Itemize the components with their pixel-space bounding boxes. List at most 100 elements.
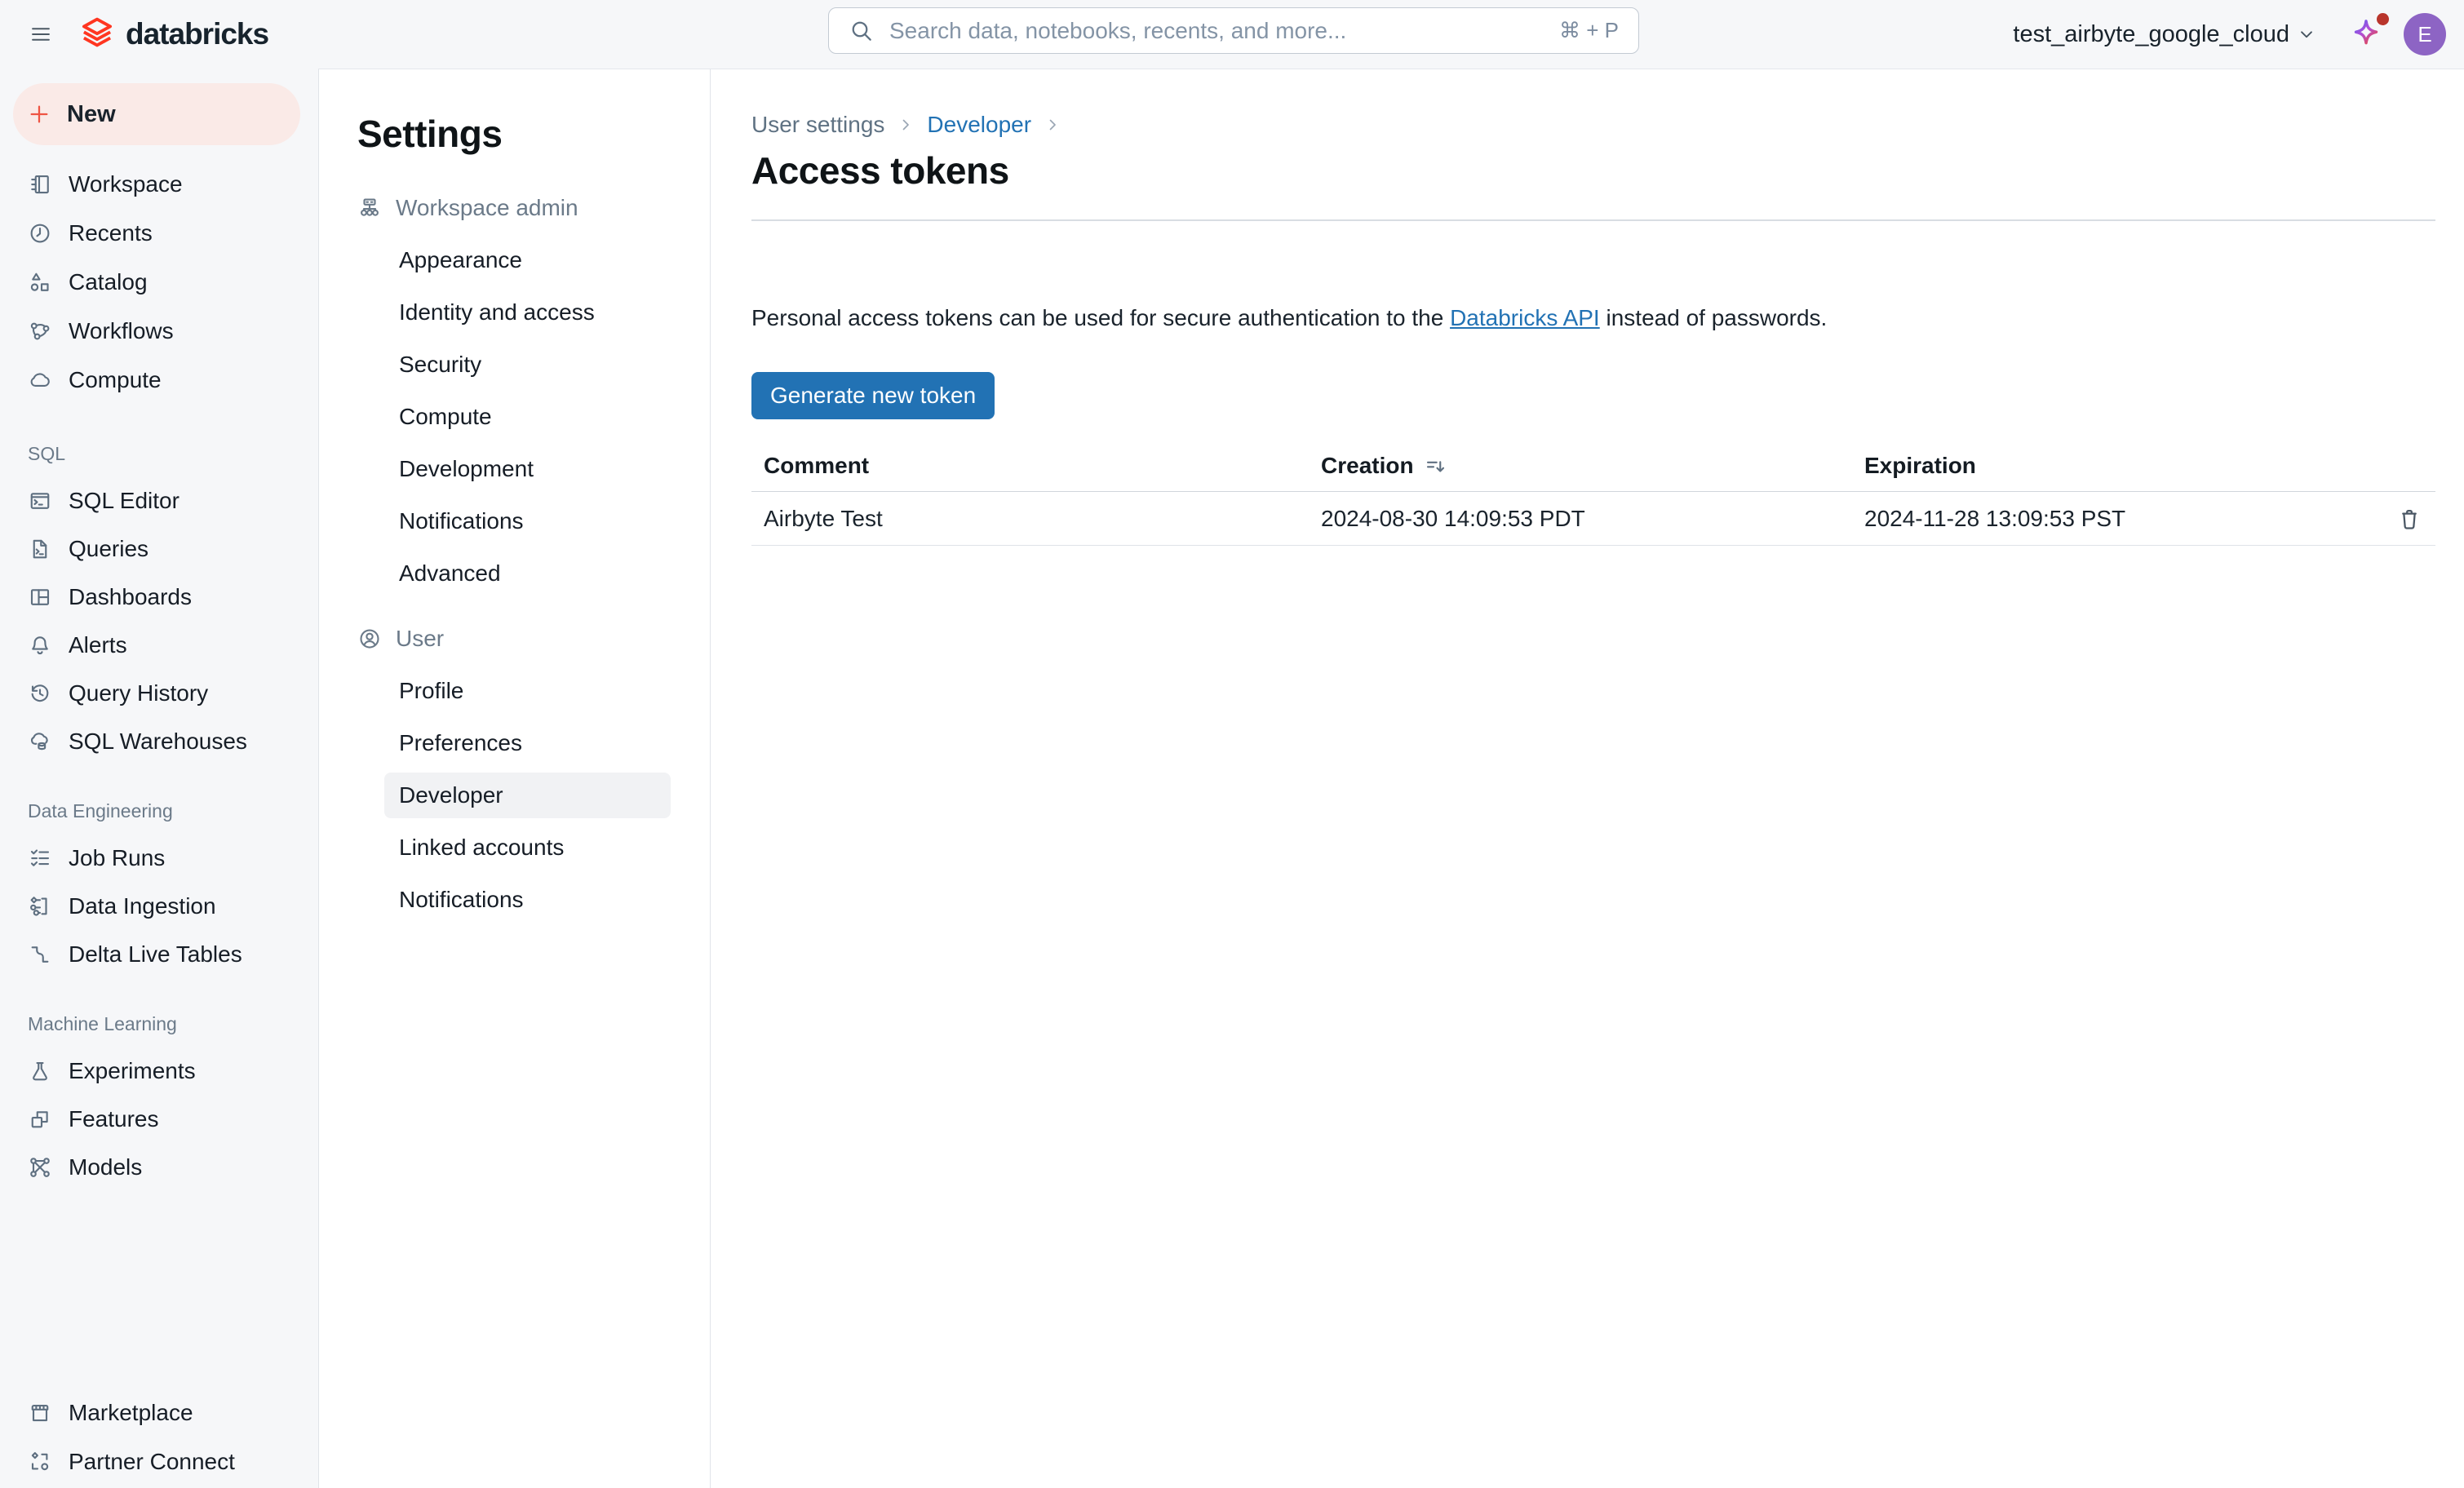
workspace-name: test_airbyte_google_cloud xyxy=(2013,21,2289,48)
workspace-icon xyxy=(28,172,52,197)
table-row: Airbyte Test 2024-08-30 14:09:53 PDT 202… xyxy=(751,492,2435,546)
chevron-down-icon xyxy=(2296,24,2317,45)
settings-item-notifications-admin[interactable]: Notifications xyxy=(319,495,710,547)
brand-wordmark: databricks xyxy=(126,17,268,51)
section-title-data-engineering: Data Engineering xyxy=(0,799,318,822)
settings-nav-panel: Settings Workspace admin Appearance Iden… xyxy=(318,69,711,1488)
alerts-bell-icon xyxy=(28,633,52,658)
page-title: Access tokens xyxy=(751,148,2435,193)
avatar[interactable]: E xyxy=(2404,13,2446,55)
job-runs-icon xyxy=(28,846,52,870)
user-icon xyxy=(357,627,382,651)
dashboards-icon xyxy=(28,585,52,609)
column-header-expiration: Expiration xyxy=(1852,453,2435,479)
partner-connect-icon xyxy=(28,1450,52,1474)
section-title-machine-learning: Machine Learning xyxy=(0,1012,318,1035)
settings-item-appearance[interactable]: Appearance xyxy=(319,234,710,286)
sidebar-item-workspace[interactable]: Workspace xyxy=(0,160,318,209)
global-search[interactable]: ⌘ + P xyxy=(828,7,1639,54)
sidebar-item-query-history[interactable]: Query History xyxy=(0,669,318,717)
sidebar-item-delta-live-tables[interactable]: Delta Live Tables xyxy=(0,930,318,978)
settings-group-user: User xyxy=(319,613,710,665)
sidebar-item-queries[interactable]: Queries xyxy=(0,525,318,573)
search-shortcut: ⌘ + P xyxy=(1559,18,1619,43)
settings-item-development[interactable]: Development xyxy=(319,443,710,495)
settings-item-notifications-user[interactable]: Notifications xyxy=(319,874,710,926)
sidebar-item-partner-connect[interactable]: Partner Connect xyxy=(0,1437,318,1486)
sidebar-item-dashboards[interactable]: Dashboards xyxy=(0,573,318,621)
notification-dot xyxy=(2377,13,2389,25)
settings-item-compute[interactable]: Compute xyxy=(319,391,710,443)
sidebar-item-alerts[interactable]: Alerts xyxy=(0,621,318,669)
settings-title: Settings xyxy=(357,112,710,156)
settings-item-developer[interactable]: Developer xyxy=(319,769,710,822)
top-bar: databricks ⌘ + P test_airbyte_google_clo… xyxy=(0,0,2464,69)
settings-item-profile[interactable]: Profile xyxy=(319,665,710,717)
sidebar-item-data-ingestion[interactable]: Data Ingestion xyxy=(0,882,318,930)
sidebar-item-workflows[interactable]: Workflows xyxy=(0,307,318,356)
column-header-creation[interactable]: Creation xyxy=(1309,453,1852,479)
main-content: User settings Developer Access tokens Pe… xyxy=(711,69,2464,1488)
settings-item-security[interactable]: Security xyxy=(319,339,710,391)
avatar-initial: E xyxy=(2417,22,2431,47)
search-input[interactable] xyxy=(888,17,1546,45)
sidebar-item-marketplace[interactable]: Marketplace xyxy=(0,1388,318,1437)
catalog-icon xyxy=(28,270,52,294)
new-button[interactable]: New xyxy=(13,83,300,145)
settings-item-advanced[interactable]: Advanced xyxy=(319,547,710,600)
sidebar-item-sql-editor[interactable]: SQL Editor xyxy=(0,476,318,525)
data-ingestion-icon xyxy=(28,894,52,919)
settings-item-linked-accounts[interactable]: Linked accounts xyxy=(319,822,710,874)
databricks-api-link[interactable]: Databricks API xyxy=(1450,305,1600,330)
breadcrumb-user-settings[interactable]: User settings xyxy=(751,112,884,138)
queries-icon xyxy=(28,537,52,561)
sidebar-item-catalog[interactable]: Catalog xyxy=(0,258,318,307)
sql-editor-icon xyxy=(28,489,52,513)
token-comment: Airbyte Test xyxy=(751,506,1309,532)
access-tokens-table: Comment Creation Expiration Airbyte Test… xyxy=(751,440,2435,546)
token-expiration: 2024-11-28 13:09:53 PST xyxy=(1852,506,2435,532)
sidebar-item-compute[interactable]: Compute xyxy=(0,356,318,405)
workspace-selector[interactable]: test_airbyte_google_cloud xyxy=(2013,21,2317,48)
features-icon xyxy=(28,1107,52,1132)
sidebar-item-models[interactable]: Models xyxy=(0,1143,318,1191)
databricks-logo-icon xyxy=(78,16,116,53)
sidebar-item-recents[interactable]: Recents xyxy=(0,209,318,258)
new-button-label: New xyxy=(67,101,116,128)
section-title-sql: SQL xyxy=(0,442,318,465)
sidebar-item-experiments[interactable]: Experiments xyxy=(0,1047,318,1095)
column-header-comment: Comment xyxy=(751,453,1309,479)
token-creation: 2024-08-30 14:09:53 PDT xyxy=(1309,506,1852,532)
sidebar-item-sql-warehouses[interactable]: SQL Warehouses xyxy=(0,717,318,765)
hamburger-icon[interactable] xyxy=(24,18,57,51)
delete-token-button[interactable] xyxy=(2391,501,2427,537)
marketplace-icon xyxy=(28,1401,52,1425)
delta-live-tables-icon xyxy=(28,942,52,967)
databricks-logo[interactable]: databricks xyxy=(78,0,268,69)
plus-icon xyxy=(26,101,52,127)
title-divider xyxy=(751,219,2435,221)
workspace-admin-icon xyxy=(357,196,382,220)
chevron-right-icon xyxy=(896,115,915,135)
sort-descending-icon xyxy=(1424,454,1448,478)
sql-warehouses-icon xyxy=(28,729,52,754)
table-header-row: Comment Creation Expiration xyxy=(751,440,2435,492)
generate-new-token-button[interactable]: Generate new token xyxy=(751,372,995,419)
chevron-right-icon xyxy=(1043,115,1062,135)
sidebar-item-job-runs[interactable]: Job Runs xyxy=(0,834,318,882)
intro-text: Personal access tokens can be used for s… xyxy=(751,303,2435,333)
recents-clock-icon xyxy=(28,221,52,246)
query-history-icon xyxy=(28,681,52,706)
compute-cloud-icon xyxy=(28,368,52,392)
settings-item-preferences[interactable]: Preferences xyxy=(319,717,710,769)
settings-item-identity-and-access[interactable]: Identity and access xyxy=(319,286,710,339)
sidebar-item-features[interactable]: Features xyxy=(0,1095,318,1143)
models-icon xyxy=(28,1155,52,1180)
assistant-button[interactable] xyxy=(2348,16,2384,52)
workflows-icon xyxy=(28,319,52,343)
experiments-icon xyxy=(28,1059,52,1083)
breadcrumb-developer[interactable]: Developer xyxy=(927,112,1031,138)
sidebar: New Workspace Recents Catalog Workflows … xyxy=(0,69,318,1488)
search-icon xyxy=(849,18,875,44)
trash-icon xyxy=(2396,503,2422,534)
